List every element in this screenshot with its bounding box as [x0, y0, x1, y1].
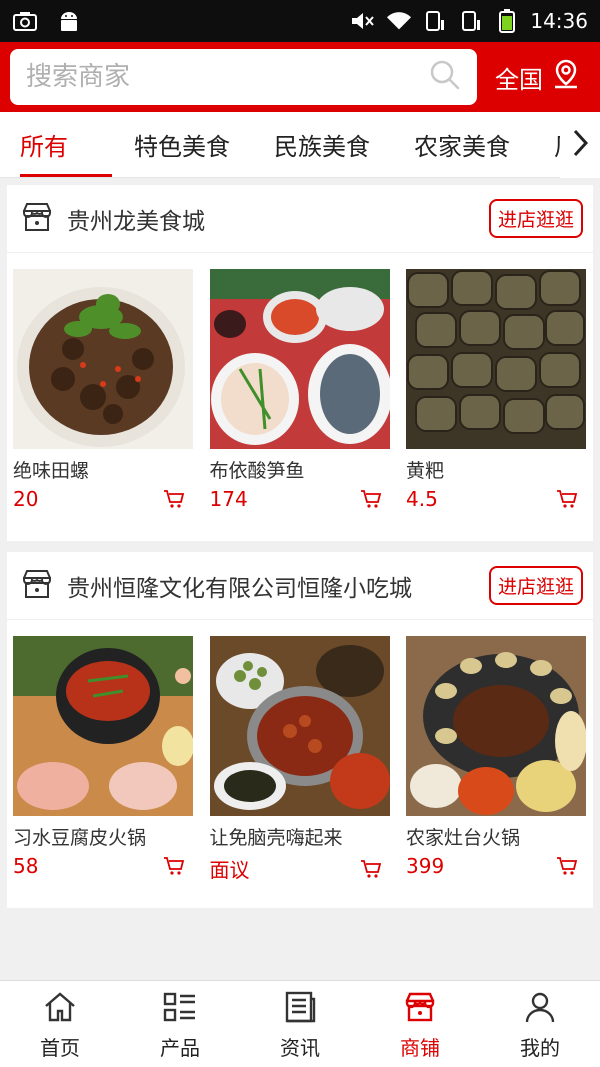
store-name: 贵州恒隆文化有限公司恒隆小吃城 — [67, 575, 412, 602]
product-image-rabbit-head[interactable] — [209, 636, 390, 816]
chevron-right-icon — [571, 128, 589, 162]
cart-icon[interactable] — [360, 859, 382, 879]
store-header[interactable]: 贵州龙美食城 进店逛逛 — [7, 185, 593, 253]
visit-store-button[interactable]: 进店逛逛 — [488, 199, 583, 238]
nav-mine[interactable]: 我的 — [480, 981, 600, 1067]
nav-shops-label: 商铺 — [400, 1036, 440, 1060]
location-pin-icon — [551, 58, 581, 96]
sim2-signal-icon — [458, 10, 484, 32]
product-card[interactable]: 黄粑 4.5 — [406, 269, 586, 541]
store-card: 贵州恒隆文化有限公司恒隆小吃城 进店逛逛 习水豆腐皮火锅 58 让免脑壳嗨起来 … — [7, 552, 593, 908]
wifi-icon — [386, 10, 412, 32]
product-image-huangba[interactable] — [406, 269, 586, 449]
tabs-scroll-right-button[interactable] — [560, 112, 600, 178]
product-image-farm-stove-hotpot[interactable] — [406, 636, 586, 816]
tab-ethnic-food[interactable]: 民族美食 — [274, 112, 370, 177]
home-icon — [43, 991, 77, 1032]
region-label: 全国 — [495, 65, 543, 94]
status-time: 14:36 — [530, 9, 588, 33]
visit-store-button[interactable]: 进店逛逛 — [488, 566, 583, 605]
store-icon — [21, 568, 53, 604]
news-icon — [283, 991, 317, 1032]
product-card[interactable]: 农家灶台火锅 399 — [406, 636, 586, 908]
nav-products[interactable]: 产品 — [120, 981, 240, 1067]
product-price: 174 — [209, 487, 248, 511]
product-name: 农家灶台火锅 — [406, 827, 521, 849]
nav-home-label: 首页 — [40, 1036, 80, 1060]
tab-specialty-food[interactable]: 特色美食 — [134, 112, 230, 177]
tab-farm-food[interactable]: 农家美食 — [414, 112, 510, 177]
status-bar: 14:36 — [0, 0, 600, 42]
product-image-tofu-skin-hotpot[interactable] — [13, 636, 193, 816]
store-name: 贵州龙美食城 — [67, 208, 205, 235]
nav-products-label: 产品 — [160, 1036, 200, 1060]
battery-icon — [494, 9, 520, 33]
region-selector[interactable]: 全国 — [495, 58, 581, 96]
product-name: 让免脑壳嗨起来 — [209, 827, 343, 849]
search-icon[interactable] — [429, 59, 461, 95]
android-icon — [56, 10, 82, 32]
search-input[interactable] — [26, 62, 429, 92]
product-price: 399 — [406, 854, 445, 878]
user-icon — [523, 991, 557, 1032]
cart-icon[interactable] — [360, 489, 382, 509]
product-image-snails[interactable] — [13, 269, 193, 449]
product-price: 58 — [13, 854, 39, 878]
store-icon — [21, 201, 53, 237]
sim1-signal-icon — [422, 10, 448, 32]
cart-icon[interactable] — [163, 489, 185, 509]
shop-icon — [403, 991, 437, 1032]
product-card[interactable]: 布依酸笋鱼 174 — [209, 269, 390, 541]
nav-news[interactable]: 资讯 — [240, 981, 360, 1067]
product-price: 20 — [13, 487, 39, 511]
product-price: 面议 — [209, 858, 250, 882]
cart-icon[interactable] — [556, 856, 578, 876]
product-price: 4.5 — [406, 487, 438, 511]
category-tabs: 所有 特色美食 民族美食 农家美食 风味 — [0, 112, 600, 178]
tab-all[interactable]: 所有 — [20, 112, 112, 177]
nav-news-label: 资讯 — [280, 1036, 320, 1060]
cart-icon[interactable] — [556, 489, 578, 509]
product-card[interactable]: 让免脑壳嗨起来 面议 — [209, 636, 390, 908]
nav-shops[interactable]: 商铺 — [360, 981, 480, 1067]
search-header: 全国 — [0, 42, 600, 112]
product-name: 布依酸笋鱼 — [209, 460, 305, 482]
product-list-icon — [163, 991, 197, 1032]
nav-mine-label: 我的 — [520, 1036, 560, 1060]
product-name: 绝味田螺 — [13, 460, 90, 482]
product-card[interactable]: 习水豆腐皮火锅 58 — [13, 636, 193, 908]
bottom-nav: 首页 产品 资讯 商铺 我的 — [0, 980, 600, 1067]
nav-home[interactable]: 首页 — [0, 981, 120, 1067]
product-image-sour-bamboo-fish[interactable] — [209, 269, 390, 449]
product-name: 习水豆腐皮火锅 — [13, 827, 147, 849]
mute-icon — [350, 10, 376, 32]
store-card: 贵州龙美食城 进店逛逛 绝味田螺 20 布依酸笋鱼 174 黄粑 4.5 — [7, 185, 593, 541]
cart-icon[interactable] — [163, 856, 185, 876]
screenshot-icon — [12, 10, 38, 32]
store-header[interactable]: 贵州恒隆文化有限公司恒隆小吃城 进店逛逛 — [7, 552, 593, 620]
product-card[interactable]: 绝味田螺 20 — [13, 269, 193, 541]
search-box[interactable] — [10, 49, 477, 105]
product-name: 黄粑 — [406, 460, 445, 482]
